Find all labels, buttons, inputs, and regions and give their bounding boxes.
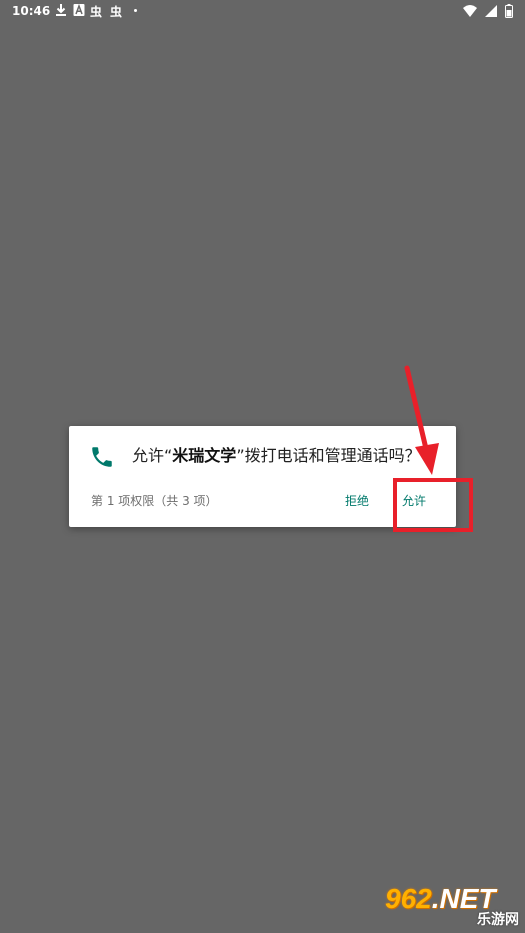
status-time: 10:46	[12, 4, 51, 18]
site-watermark-logo: 962.NET 乐游网	[385, 883, 521, 929]
deny-button[interactable]: 拒绝	[345, 492, 369, 509]
phone-icon	[89, 444, 115, 470]
a-icon	[73, 3, 85, 17]
watermark-cn: 乐游网	[477, 912, 519, 928]
signal-icon	[485, 5, 497, 20]
battery-icon	[505, 4, 513, 21]
title-suffix: ”拨打电话和管理通话吗？	[236, 446, 421, 465]
bug-icon: 虫	[110, 5, 123, 19]
download-icon	[55, 3, 67, 17]
app-name: 米瑞文学	[172, 446, 237, 465]
status-right-icons	[463, 4, 513, 21]
watermark-number: 962	[385, 883, 432, 914]
annotation-highlight-box	[393, 478, 473, 532]
wifi-icon	[463, 5, 477, 20]
status-bar: 10:46 虫 虫	[0, 0, 525, 24]
annotation-arrow	[404, 365, 439, 475]
permission-counter: 第 1 项权限（共 3 项）	[91, 494, 218, 508]
bug-icon: 虫	[90, 5, 103, 19]
notification-dot	[134, 9, 137, 12]
title-prefix: 允许“	[132, 446, 173, 465]
